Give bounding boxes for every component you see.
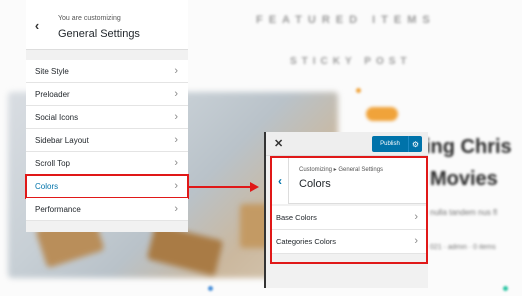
section-item-performance[interactable]: Performance › — [26, 198, 188, 221]
colors-panel: ✕ Publish ⚙ ‹ Customizing ▸ General Sett… — [264, 132, 428, 288]
slider-dot — [208, 286, 213, 291]
category-tag-badge — [366, 107, 398, 121]
chevron-right-icon: › — [174, 203, 178, 215]
section-label: Performance — [35, 204, 81, 214]
annotation-arrow — [188, 186, 252, 188]
customizer-panel: ‹ You are customizing General Settings S… — [25, 0, 189, 232]
featured-items-heading: FEATURED ITEMS — [256, 14, 436, 26]
chevron-right-icon: › — [174, 134, 178, 146]
section-label: Social Icons — [35, 112, 79, 122]
tag-dot — [356, 88, 361, 93]
back-button[interactable]: ‹ — [26, 0, 48, 50]
chevron-left-icon: ‹ — [34, 17, 40, 33]
section-label: Sidebar Layout — [35, 135, 89, 145]
post-excerpt: nulla tandem nus fl — [430, 208, 498, 217]
customizer-top-bar: ✕ Publish ⚙ — [266, 132, 428, 156]
section-item-scroll-top[interactable]: Scroll Top › — [26, 152, 188, 175]
panel-header: ‹ You are customizing General Settings — [26, 0, 188, 50]
post-headline-line2: Movies — [430, 168, 498, 190]
chevron-right-icon: › — [174, 65, 178, 77]
close-icon[interactable]: ✕ — [274, 137, 283, 150]
gear-icon[interactable]: ⚙ — [408, 136, 422, 152]
section-label: Site Style — [35, 66, 69, 76]
section-label: Scroll Top — [35, 158, 70, 168]
highlight-box — [270, 156, 428, 264]
post-meta: 021 · admin · 0 items — [430, 244, 496, 251]
panel-subtitle: You are customizing — [58, 15, 121, 22]
section-label: Colors — [35, 181, 59, 191]
publish-button[interactable]: Publish — [372, 136, 408, 152]
section-item-preloader[interactable]: Preloader › — [26, 83, 188, 106]
section-list: Site Style › Preloader › Social Icons › … — [25, 60, 189, 221]
section-item-site-style[interactable]: Site Style › — [26, 60, 188, 83]
sticky-post-heading: STICKY POST — [290, 56, 412, 67]
section-item-social-icons[interactable]: Social Icons › — [26, 106, 188, 129]
section-item-colors[interactable]: Colors › — [25, 174, 189, 199]
section-label: Preloader — [35, 89, 70, 99]
section-item-sidebar-layout[interactable]: Sidebar Layout › — [26, 129, 188, 152]
chevron-right-icon: › — [174, 111, 178, 123]
chevron-right-icon: › — [174, 157, 178, 169]
chevron-right-icon: › — [174, 88, 178, 100]
slider-dot — [503, 286, 508, 291]
chevron-right-icon: › — [174, 180, 178, 192]
panel-title: General Settings — [58, 28, 140, 40]
post-headline-line1: ing Chris — [425, 136, 512, 158]
annotation-arrow-head — [250, 182, 259, 192]
